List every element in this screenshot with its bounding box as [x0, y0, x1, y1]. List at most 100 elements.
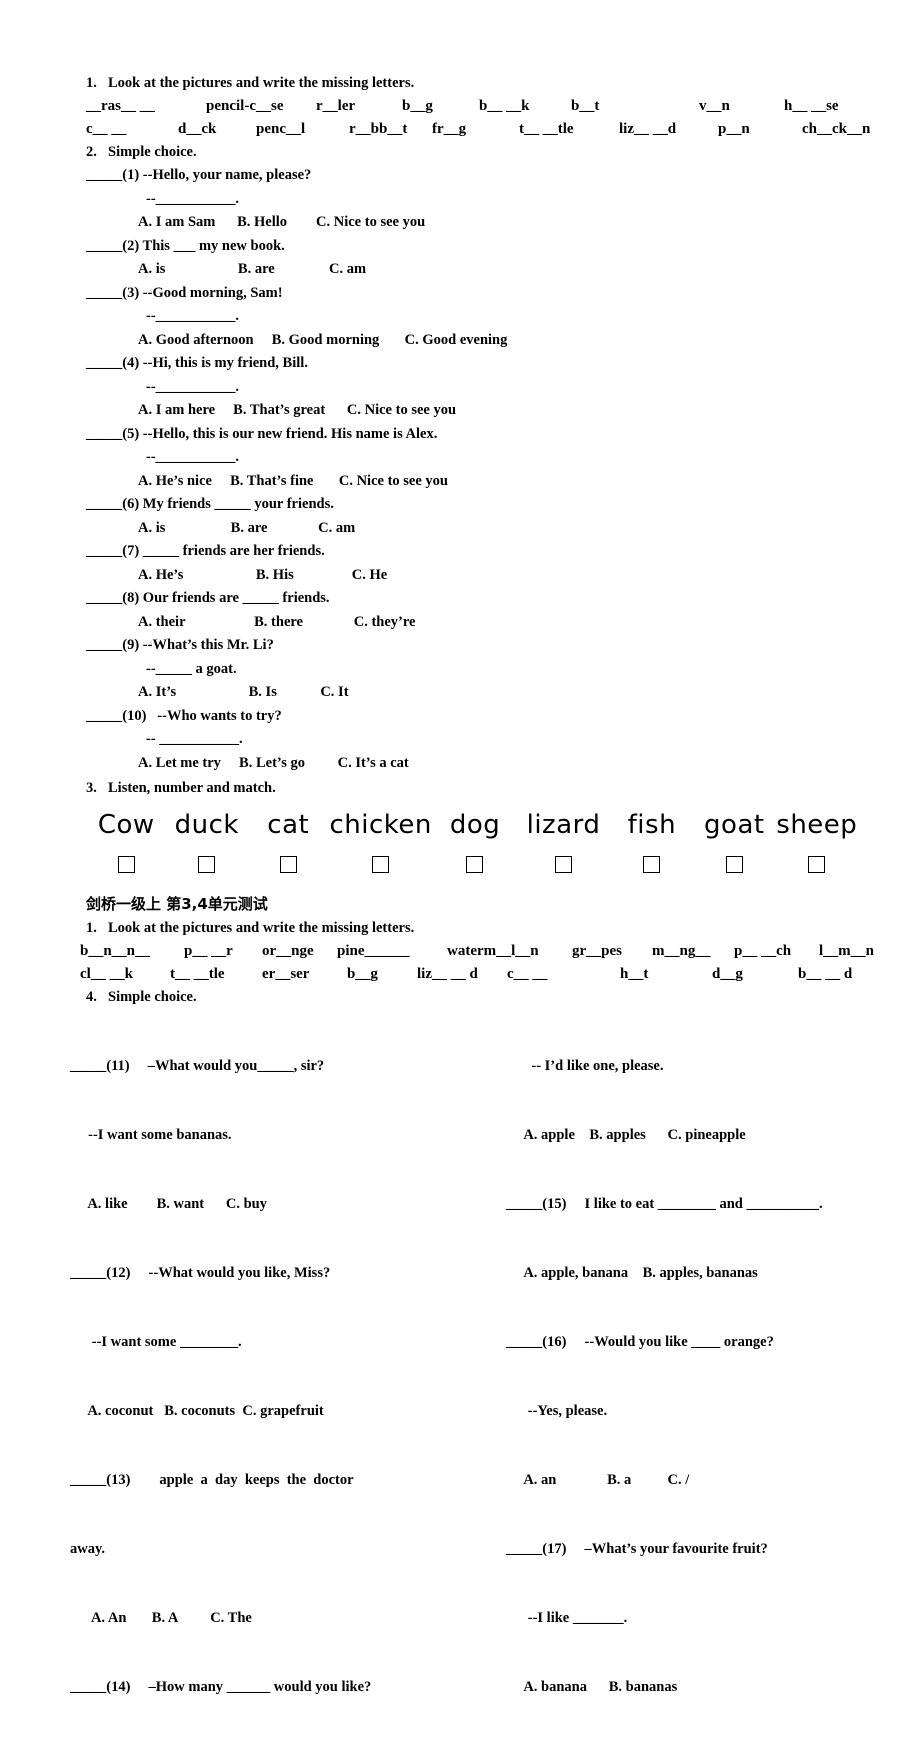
question-options[interactable]: A. He’s B. His C. He [86, 564, 860, 588]
question-reply[interactable]: --_____ a goat. [86, 658, 860, 682]
question-number: (7) [122, 543, 140, 559]
section-4-number: 4. [86, 989, 97, 1005]
question-stem: --What’s this Mr. Li? [142, 637, 274, 653]
question-row: _____(5) --Hello, this is our new friend… [86, 423, 860, 447]
question-reply[interactable]: --___________. [86, 376, 860, 400]
question-stem: _____ friends are her friends. [142, 543, 325, 559]
answer-blank[interactable]: _____ [86, 238, 122, 254]
question-number: (5) [122, 425, 140, 442]
question-row: _____(6) My friends _____ your friends. [86, 493, 860, 517]
question-line[interactable]: _____(16) --Would you like ____ orange? [506, 1331, 906, 1354]
letter-item: d__ck [178, 121, 217, 137]
letter-item: r__bb__t [349, 121, 408, 137]
question-number: (3) [122, 284, 140, 301]
animal-word: cat [267, 810, 310, 840]
answer-blank[interactable]: _____ [86, 426, 122, 442]
question-stem: This ___ my new book. [142, 237, 285, 254]
question-reply[interactable]: -- ___________. [86, 728, 860, 752]
letter-item: liz__ __ d [417, 966, 478, 982]
letters-row-2: c__ __ d__ck penc__l r__bb__t fr__g t__ … [86, 118, 870, 141]
question-line[interactable]: _____(14) –How many ______ would you lik… [70, 1676, 490, 1699]
question-line[interactable]: A. like B. want C. buy [70, 1193, 490, 1216]
worksheet-page: 1. Look at the pictures and write the mis… [0, 0, 920, 1695]
answer-blank[interactable]: _____ [86, 285, 122, 301]
answer-blank[interactable]: _____ [86, 496, 122, 512]
animal-word: sheep [776, 810, 858, 840]
question-options[interactable]: A. is B. are C. am [86, 258, 860, 282]
question-number: (2) [122, 237, 140, 254]
question-line[interactable]: _____(12) --What would you like, Miss? [70, 1262, 490, 1285]
section-2-heading: 2. Simple choice. [86, 141, 860, 164]
question-reply[interactable]: --___________. [86, 188, 860, 212]
question-line[interactable]: A. apple B. apples C. pineapple [506, 1124, 906, 1147]
section-2-title: Simple choice. [108, 144, 197, 160]
page-title: 剑桥一级上 第3,4单元测试 [86, 895, 268, 913]
answer-blank[interactable]: _____ [86, 167, 122, 183]
question-options[interactable]: A. Let me try B. Let’s go C. It’s a cat [86, 752, 860, 776]
match-checkbox[interactable] [725, 856, 743, 873]
letter-item: l__m__n [819, 943, 875, 959]
answer-blank[interactable]: _____ [86, 590, 122, 606]
answer-blank[interactable]: _____ [86, 355, 122, 371]
question-row: _____(3) --Good morning, Sam! [86, 282, 860, 306]
animal-word: dog [449, 810, 501, 840]
section-3-title: Listen, number and match. [108, 780, 276, 796]
question-line[interactable]: A. coconut B. coconuts C. grapefruit [70, 1400, 490, 1423]
question-line[interactable]: --I like _______. [506, 1607, 906, 1630]
match-checkbox[interactable] [372, 856, 390, 873]
letter-item: __ras__ __ [86, 98, 155, 114]
question-line: --Yes, please. [506, 1403, 608, 1419]
question-stem: --Hello, this is our new friend. His nam… [142, 425, 438, 442]
question-line[interactable]: _____(13) apple a day keeps the doctor [70, 1469, 490, 1492]
question-options[interactable]: A. their B. there C. they’re [86, 611, 860, 635]
section-3-number: 3. [86, 780, 97, 796]
answer-blank[interactable]: _____ [86, 543, 122, 559]
question-stem: --Hello, your name, please? [142, 167, 312, 183]
question-row: _____(9) --What’s this Mr. Li? [86, 634, 860, 658]
question-options[interactable]: A. I am here B. That’s great C. Nice to … [86, 399, 860, 423]
question-line[interactable]: _____(11) –What would you_____, sir? [70, 1055, 490, 1078]
question-line[interactable]: --I want some ________. [70, 1331, 490, 1354]
match-checkbox[interactable] [279, 856, 297, 873]
section-4-title: Simple choice. [108, 989, 197, 1005]
question-line[interactable]: A. an B. a C. / [506, 1469, 906, 1492]
question-number: (9) [122, 637, 140, 653]
animal-word: chicken [329, 810, 432, 840]
match-checkbox[interactable] [808, 856, 826, 873]
question-options[interactable]: A. I am Sam B. Hello C. Nice to see you [86, 211, 860, 235]
question-reply[interactable]: --___________. [86, 305, 860, 329]
section-3-heading: 3. Listen, number and match. [86, 777, 860, 800]
section-2-number: 2. [86, 144, 97, 160]
question-line[interactable]: A. apple, banana B. apples, bananas [506, 1262, 906, 1285]
section-5-heading: 1. Look at the pictures and write the mis… [86, 917, 860, 940]
question-row: _____(10) --Who wants to try? [86, 705, 860, 729]
question-options[interactable]: A. It’s B. Is C. It [86, 681, 860, 705]
letters-row-1: __ras__ __ pencil-c__se r__ler b__g b__ … [86, 95, 860, 118]
answer-blank[interactable]: _____ [86, 637, 122, 653]
question-line: -- I’d like one, please. [506, 1058, 664, 1074]
animal-word: fish [627, 810, 677, 840]
match-checkbox[interactable] [643, 856, 661, 873]
letter-item: ch__ck__n [802, 121, 871, 137]
question-reply[interactable]: --___________. [86, 446, 860, 470]
question-line[interactable]: _____(17) –What’s your favourite fruit? [506, 1538, 906, 1561]
match-checkbox[interactable] [466, 856, 484, 873]
question-line[interactable]: _____(15) I like to eat ________ and ___… [506, 1193, 906, 1216]
section-4-heading: 4. Simple choice. [86, 986, 860, 1009]
question-line[interactable]: A. banana B. bananas [506, 1676, 906, 1699]
letter-item: p__n [718, 121, 750, 137]
letter-item: m__ng__ [652, 943, 711, 959]
question-line[interactable]: A. An B. A C. The [70, 1607, 490, 1630]
answer-blank[interactable]: _____ [86, 708, 122, 724]
section-1-heading: 1. Look at the pictures and write the mis… [86, 72, 860, 95]
question-options[interactable]: A. He’s nice B. That’s fine C. Nice to s… [86, 470, 860, 494]
match-checkbox[interactable] [554, 856, 572, 873]
animal-word-row: Cow duck cat chicken dog lizard fish goa… [86, 810, 860, 840]
match-checkbox[interactable] [198, 856, 216, 873]
match-checkbox[interactable] [117, 856, 135, 873]
question-options[interactable]: A. is B. are C. am [86, 517, 860, 541]
section-1-title: Look at the pictures and write the missi… [108, 75, 415, 91]
two-column-block: _____(11) –What would you_____, sir? --I… [70, 1009, 860, 1695]
letter-item: c__ __ [86, 121, 127, 137]
question-options[interactable]: A. Good afternoon B. Good morning C. Goo… [86, 329, 860, 353]
